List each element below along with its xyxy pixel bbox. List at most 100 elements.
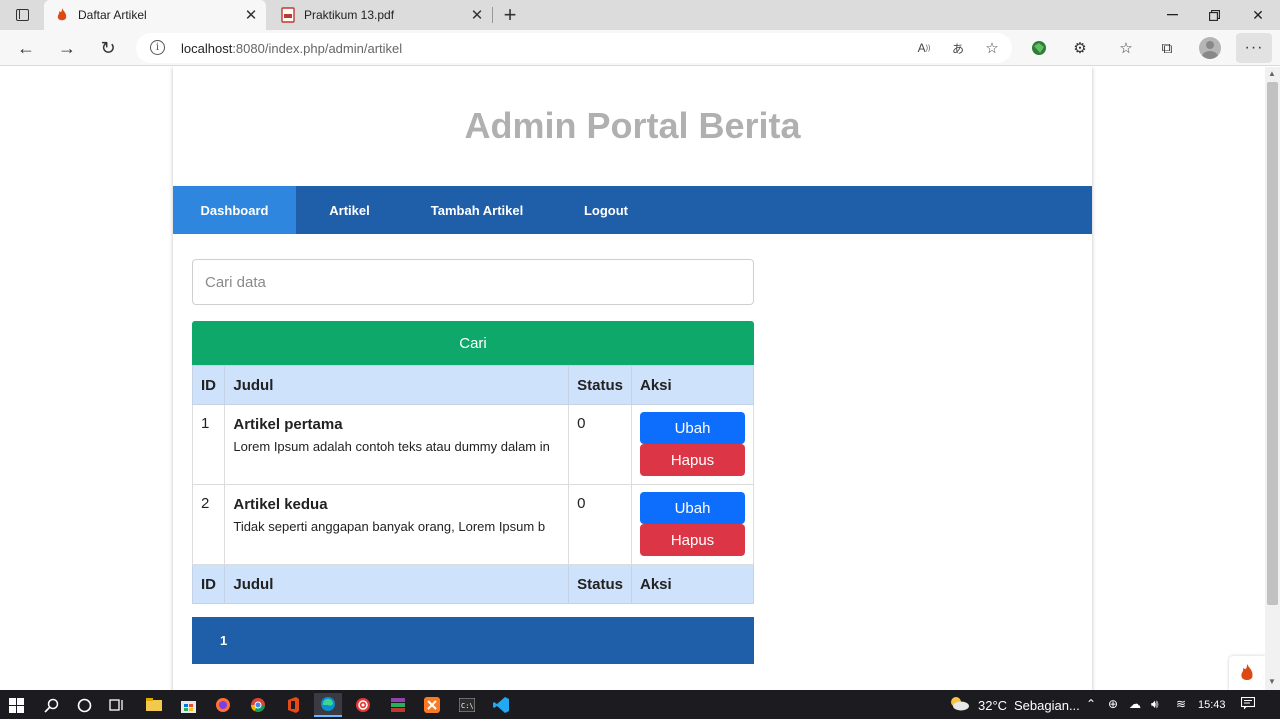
tab-divider xyxy=(492,7,493,23)
profile-avatar-icon[interactable] xyxy=(1197,35,1223,61)
scroll-up-arrow-icon[interactable]: ▲ xyxy=(1268,69,1276,78)
site-title: Admin Portal Berita xyxy=(464,105,801,146)
article-title: Artikel pertama xyxy=(233,416,343,433)
weather-temperature[interactable]: 32°C xyxy=(978,698,1007,713)
url-host: localhost xyxy=(181,41,233,56)
footer-aksi: Aksi xyxy=(631,564,754,604)
edge-browser-icon[interactable] xyxy=(314,693,342,717)
table-footer-row: ID Judul Status Aksi xyxy=(191,564,754,604)
cortana-circle-icon[interactable] xyxy=(71,693,97,717)
restore-icon[interactable] xyxy=(1193,0,1235,30)
extension-globe-icon[interactable] xyxy=(1026,35,1052,61)
table-row: 1 Artikel pertama Lorem Ipsum adalah con… xyxy=(191,404,754,485)
header-aksi: Aksi xyxy=(631,365,754,405)
page-number-current[interactable]: 1 xyxy=(220,633,227,648)
extensions-puzzle-icon[interactable]: ⚙ xyxy=(1067,35,1093,61)
office-icon[interactable] xyxy=(280,693,306,717)
tab-praktikum-pdf[interactable]: Praktikum 13.pdf ✕ xyxy=(270,0,492,30)
weather-cloud-icon[interactable] xyxy=(948,695,970,714)
cell-id: 2 xyxy=(191,484,226,565)
tab-daftar-artikel[interactable]: Daftar Artikel ✕ xyxy=(44,0,266,30)
nav-tambah-artikel[interactable]: Tambah Artikel xyxy=(403,186,551,234)
article-excerpt: Tidak seperti anggapan banyak orang, Lor… xyxy=(233,519,546,534)
meet-now-icon[interactable]: ⊕ xyxy=(1108,697,1118,711)
nav-artikel[interactable]: Artikel xyxy=(296,186,403,234)
new-tab-plus-icon[interactable]: + xyxy=(498,2,522,27)
translate-icon[interactable]: あ xyxy=(947,38,969,58)
header-status: Status xyxy=(568,365,632,405)
app-target-icon[interactable] xyxy=(350,693,376,717)
edit-button[interactable]: Ubah xyxy=(640,492,745,524)
tab-title: Praktikum 13.pdf xyxy=(304,8,395,22)
vscode-icon[interactable] xyxy=(488,693,514,717)
file-explorer-icon[interactable] xyxy=(141,693,167,717)
tab-actions-icon[interactable] xyxy=(8,4,36,26)
cell-aksi: Ubah Hapus xyxy=(631,484,754,565)
article-title: Artikel kedua xyxy=(233,496,328,513)
nav-dashboard[interactable]: Dashboard xyxy=(173,186,296,234)
scroll-down-arrow-icon[interactable]: ▼ xyxy=(1268,677,1276,686)
reload-icon[interactable]: ↻ xyxy=(94,34,122,62)
weather-description[interactable]: Sebagian... xyxy=(1014,698,1080,713)
terminal-icon[interactable]: C:\ xyxy=(454,693,480,717)
address-bar[interactable]: i localhost:8080/index.php/admin/artikel… xyxy=(136,33,1012,63)
collections-icon[interactable]: ⧉ xyxy=(1154,35,1180,61)
cell-aksi: Ubah Hapus xyxy=(631,404,754,485)
nav-logout[interactable]: Logout xyxy=(551,186,661,234)
search-icon[interactable] xyxy=(38,693,64,717)
site-info-icon[interactable]: i xyxy=(150,40,165,55)
xampp-icon[interactable] xyxy=(419,693,445,717)
cell-status: 0 xyxy=(568,404,632,485)
page-viewport: Admin Portal Berita Dashboard Artikel Ta… xyxy=(0,67,1265,690)
close-window-icon[interactable]: ✕ xyxy=(1237,0,1279,30)
wifi-icon[interactable]: ≋ xyxy=(1176,697,1186,711)
chrome-icon[interactable] xyxy=(245,693,271,717)
clock-time[interactable]: 15:43 xyxy=(1198,699,1226,711)
pdf-file-icon xyxy=(280,7,296,23)
close-tab-icon[interactable]: ✕ xyxy=(240,4,262,26)
pagination: 1 xyxy=(192,617,754,664)
article-table: ID Judul Status Aksi 1 Artikel pertama L… xyxy=(191,365,754,604)
read-aloud-icon[interactable]: A)) xyxy=(913,38,935,58)
favorites-icon[interactable]: ☆ xyxy=(1113,35,1139,61)
codeigniter-debug-toolbar-icon[interactable] xyxy=(1229,656,1265,690)
favorite-star-icon[interactable]: ☆ xyxy=(981,38,1003,58)
article-excerpt: Lorem Ipsum adalah contoh teks atau dumm… xyxy=(233,439,550,454)
task-view-icon[interactable] xyxy=(104,693,130,717)
minimize-icon[interactable] xyxy=(1151,0,1193,30)
volume-icon[interactable]: 🔊︎ xyxy=(1151,697,1159,712)
footer-status: Status xyxy=(568,564,632,604)
vertical-scrollbar[interactable]: ▲ ▼ xyxy=(1265,67,1280,690)
delete-button[interactable]: Hapus xyxy=(640,524,745,556)
search-input[interactable] xyxy=(192,259,754,305)
header-judul: Judul xyxy=(224,365,570,405)
main-nav: Dashboard Artikel Tambah Artikel Logout xyxy=(173,186,1092,234)
edit-button[interactable]: Ubah xyxy=(640,412,745,444)
delete-button[interactable]: Hapus xyxy=(640,444,745,476)
close-tab-icon[interactable]: ✕ xyxy=(466,4,488,26)
scrollbar-thumb[interactable] xyxy=(1267,82,1278,605)
cell-id: 1 xyxy=(191,404,226,485)
firefox-icon[interactable] xyxy=(210,693,236,717)
windows-taskbar: C:\ 32°C Sebagian... ⌃ ⊕ ☁ 🔊︎ ≋ 15:43 xyxy=(0,690,1280,719)
url-text[interactable]: localhost:8080/index.php/admin/artikel xyxy=(181,41,402,56)
browser-toolbar: ← → ↻ i localhost:8080/index.php/admin/a… xyxy=(0,30,1280,66)
more-menu-icon[interactable]: ··· xyxy=(1236,33,1272,63)
tray-chevron-up-icon[interactable]: ⌃ xyxy=(1086,697,1096,711)
footer-id: ID xyxy=(191,564,226,604)
cell-status: 0 xyxy=(568,484,632,565)
tab-title: Daftar Artikel xyxy=(78,8,147,22)
forward-arrow-icon[interactable]: → xyxy=(53,34,81,62)
back-arrow-icon[interactable]: ← xyxy=(12,34,40,62)
footer-judul: Judul xyxy=(224,564,570,604)
url-path: :8080/index.php/admin/artikel xyxy=(232,41,403,56)
winrar-icon[interactable] xyxy=(385,693,411,717)
store-icon[interactable] xyxy=(175,693,201,717)
table-row: 2 Artikel kedua Tidak seperti anggapan b… xyxy=(191,484,754,565)
onedrive-cloud-icon[interactable]: ☁ xyxy=(1129,697,1141,711)
windows-start-icon[interactable] xyxy=(3,693,29,717)
notification-center-icon[interactable] xyxy=(1240,696,1256,713)
cell-judul: Artikel pertama Lorem Ipsum adalah conto… xyxy=(224,404,570,485)
search-button[interactable]: Cari xyxy=(192,321,754,365)
svg-text:C:\: C:\ xyxy=(461,702,474,710)
